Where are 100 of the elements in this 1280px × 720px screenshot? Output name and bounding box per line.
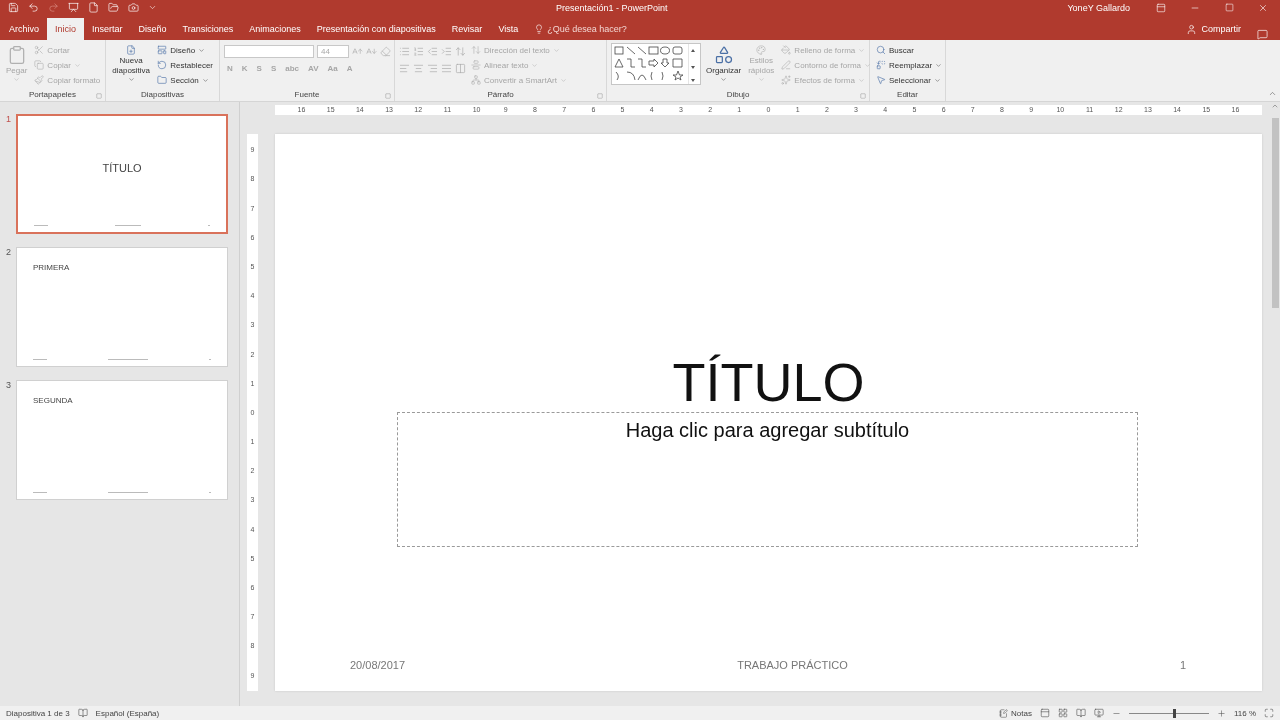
- text-direction-icon: [471, 45, 481, 55]
- shapes-gallery[interactable]: [611, 43, 701, 85]
- folder-icon: [108, 2, 119, 13]
- new-file-icon: [88, 2, 99, 13]
- subtitle-hint: Haga clic para agregar subtítulo: [625, 419, 910, 443]
- comments-icon: [1257, 29, 1268, 40]
- paint-bucket-icon: [781, 45, 792, 55]
- ribbon-tab[interactable]: Animaciones: [241, 18, 309, 40]
- ribbon-tab[interactable]: Diseño: [130, 18, 175, 40]
- slide-thumbnail[interactable]: PRIMERA: [16, 247, 228, 367]
- reset-icon: [157, 60, 168, 70]
- ribbon-display-icon: [1156, 2, 1166, 13]
- share-button[interactable]: Compartir: [1180, 18, 1247, 40]
- footer-line: [108, 492, 148, 493]
- collapse-ribbon-icon: [1268, 89, 1277, 98]
- redo-icon: [48, 2, 59, 13]
- gallery-scroll-icon[interactable]: [688, 44, 698, 84]
- grow-font-icon: [352, 45, 363, 57]
- slide-title[interactable]: TÍTULO: [275, 352, 1262, 412]
- ribbon-button[interactable]: Buscar: [874, 43, 945, 57]
- camera-icon: [128, 2, 139, 13]
- thumbnail-title: SEGUNDA: [33, 396, 73, 405]
- caret-icon: [531, 61, 539, 69]
- scroll-up-icon: [1271, 102, 1279, 110]
- folder-icon: [157, 75, 168, 85]
- caret-icon: [201, 76, 209, 84]
- dialog-launcher-icon: [96, 93, 102, 99]
- notes-icon: [999, 708, 1008, 718]
- ribbon-tab[interactable]: Insertar: [84, 18, 131, 40]
- ribbon-button[interactable]: Sección: [155, 73, 215, 87]
- slide-thumbnail[interactable]: SEGUNDA: [16, 380, 228, 500]
- caret-icon: [559, 76, 567, 84]
- slide-number-footer: 1: [1179, 659, 1186, 671]
- person-icon: [1186, 23, 1198, 35]
- ribbon-tab[interactable]: Archivo: [1, 18, 47, 40]
- search-icon: [876, 45, 886, 55]
- tell-me-field[interactable]: ¿Qué desea hacer?: [547, 24, 627, 34]
- footer-line: [33, 359, 47, 360]
- group-label: Editar: [897, 90, 918, 99]
- group-label: Párrafo: [487, 90, 514, 99]
- undo-icon: [28, 2, 39, 13]
- replace-icon: [876, 60, 886, 70]
- ribbon-tab[interactable]: Inicio: [47, 18, 85, 40]
- ribbon-tab[interactable]: Transiciones: [174, 18, 242, 40]
- eraser-icon: [380, 45, 391, 57]
- ribbon-tab[interactable]: Revisar: [443, 18, 491, 40]
- slide-number: 1: [6, 114, 12, 126]
- ribbon-tab[interactable]: Vista: [490, 18, 527, 40]
- footer-text: TRABAJO PRÁCTICO: [737, 659, 848, 671]
- subtitle-placeholder[interactable]: Haga clic para agregar subtítulo: [397, 412, 1138, 547]
- ribbon-button[interactable]: Nueva diapositiva: [110, 43, 153, 88]
- footer-line: [34, 225, 48, 226]
- ribbon-button[interactable]: Organizar: [704, 43, 744, 88]
- customize-icon: [148, 3, 157, 12]
- slide-number: 2: [6, 247, 12, 259]
- caret-icon: [757, 76, 765, 83]
- slide-number: 3: [6, 380, 12, 392]
- sorter-view-icon: [1057, 708, 1068, 718]
- maximize-icon: [1224, 3, 1234, 12]
- ribbon-button[interactable]: Diseño: [155, 43, 215, 57]
- caret-icon: [127, 76, 135, 83]
- footer-line: [115, 225, 141, 226]
- dialog-launcher-icon: [597, 93, 603, 99]
- zoom-in-icon: [1216, 708, 1226, 718]
- fit-slide-icon: [1264, 708, 1274, 718]
- group-label: Dibujo: [726, 90, 750, 99]
- paintbrush-icon: [34, 75, 45, 85]
- language-label[interactable]: Español (España): [95, 708, 160, 718]
- dialog-launcher-icon: [860, 93, 866, 99]
- ribbon-tab[interactable]: Presentación con diapositivas: [308, 18, 444, 40]
- shapes-icon: [713, 45, 734, 65]
- group-label: Fuente: [294, 90, 320, 99]
- zoom-level[interactable]: 116 %: [1233, 708, 1256, 718]
- user-name: YoneY Gallardo: [1067, 2, 1130, 13]
- zoom-thumb[interactable]: [1172, 708, 1176, 718]
- align-right-icon: [427, 62, 438, 74]
- caret-icon: [13, 76, 21, 83]
- scissors-icon: [34, 45, 45, 55]
- align-left-icon: [399, 62, 410, 74]
- layout-icon: [157, 45, 168, 55]
- pen-icon: [781, 60, 792, 70]
- footer-line: [33, 492, 47, 493]
- footer-line: [108, 359, 148, 360]
- caret-icon: [73, 61, 81, 69]
- scroll-thumb[interactable]: [1271, 118, 1279, 308]
- ribbon-button[interactable]: Restablecer: [155, 58, 215, 72]
- slideshow-icon: [1093, 708, 1104, 718]
- align-center-icon: [413, 62, 424, 74]
- ribbon-button[interactable]: Seleccionar: [874, 73, 945, 87]
- notes-button[interactable]: Notas: [999, 708, 1032, 718]
- smartart-icon: [471, 75, 481, 85]
- caret-icon: [198, 46, 206, 54]
- copy-icon: [34, 60, 45, 70]
- close-icon: [1258, 2, 1268, 13]
- ribbon-button[interactable]: Reemplazar: [874, 58, 945, 72]
- presentation-icon: [68, 2, 79, 13]
- slide-thumbnail[interactable]: TÍTULO: [16, 114, 228, 234]
- caret-icon: [552, 46, 560, 54]
- caret-icon: [720, 76, 728, 83]
- bullets-icon: [399, 45, 410, 57]
